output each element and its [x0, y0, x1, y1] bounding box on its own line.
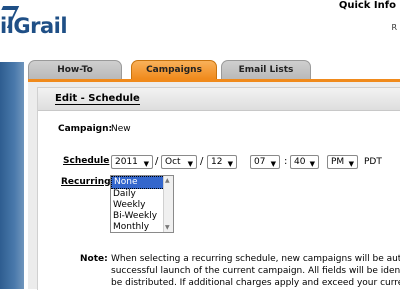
chevron-down-icon: ▼ [227, 160, 233, 168]
note-label: Note: [80, 254, 108, 264]
month-select[interactable]: Oct ▼ [161, 155, 197, 169]
listbox-scrollbar[interactable]: ▲ ▼ [163, 176, 173, 232]
hour-value: 07 [254, 157, 266, 167]
hour-select[interactable]: 07 ▼ [250, 155, 280, 169]
note-text-line: successful launch of the current campaig… [111, 266, 400, 276]
date-separator: / [200, 156, 204, 167]
tab-email-lists[interactable]: Email Lists [221, 60, 311, 79]
chevron-down-icon: ▼ [143, 160, 149, 168]
chevron-down-icon: ▼ [187, 160, 193, 168]
ampm-select[interactable]: PM ▼ [327, 155, 358, 169]
date-separator: / [155, 156, 159, 167]
timezone-label: PDT [364, 157, 382, 167]
sidebar-strip [0, 62, 24, 289]
chevron-down-icon: ▼ [270, 160, 276, 168]
recurring-label: Recurring [61, 177, 111, 187]
chevron-down-icon: ▼ [348, 160, 354, 168]
page-title: Edit - Schedule [55, 93, 140, 105]
time-separator: : [284, 156, 288, 167]
campaign-label: Campaign: [58, 124, 113, 134]
note-text-line: be distributed. If additional charges ap… [111, 278, 400, 288]
year-select[interactable]: 2011 ▼ [111, 155, 153, 169]
year-value: 2011 [115, 157, 138, 167]
header-right-text: R [391, 23, 397, 32]
note-text-line: When selecting a recurring schedule, new… [111, 254, 400, 264]
chevron-down-icon: ▼ [309, 160, 315, 168]
quick-info-link[interactable]: Quick Info [339, 0, 396, 11]
minute-value: 40 [294, 157, 306, 167]
tab-campaigns[interactable]: Campaigns [131, 60, 217, 79]
recurring-listbox[interactable]: None Daily Weekly Bi-Weekly Monthly ▲ ▼ [110, 175, 174, 233]
scroll-up-icon[interactable]: ▲ [165, 177, 170, 184]
scroll-down-icon[interactable]: ▼ [165, 224, 170, 231]
tab-bar: How-To Campaigns Email Lists [28, 60, 400, 79]
month-value: Oct [165, 157, 181, 167]
panel-header: Edit - Schedule [38, 88, 400, 111]
campaign-value: New [111, 124, 131, 134]
ampm-value: PM [331, 157, 345, 167]
day-select[interactable]: 12 ▼ [207, 155, 237, 169]
schedule-label: Schedule [63, 156, 110, 166]
sidebar [0, 0, 24, 289]
tab-how-to[interactable]: How-To [28, 60, 122, 79]
logo: ilGrail [0, 6, 68, 38]
minute-select[interactable]: 40 ▼ [290, 155, 319, 169]
day-value: 12 [211, 157, 223, 167]
